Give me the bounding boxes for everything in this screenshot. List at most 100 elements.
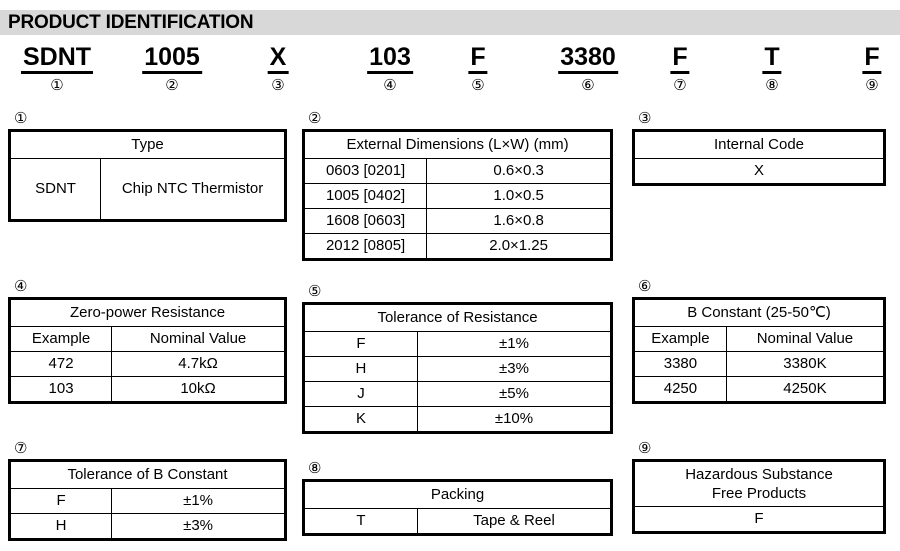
- hazardous-table: Hazardous Substance Free Products F: [632, 459, 886, 534]
- table-header-row: Hazardous Substance Free Products: [633, 460, 885, 507]
- table-header-row: Tolerance of Resistance: [303, 303, 612, 332]
- table-row: 3380 3380K: [633, 351, 886, 377]
- tolerance-value-cell: ±3%: [416, 356, 613, 382]
- packing-code-cell: T: [303, 508, 418, 535]
- part-number-segment-4: 103 ④: [367, 44, 413, 96]
- table-row: 0603 [0201] 0.6×0.3: [302, 158, 612, 184]
- hazardous-value-cell: F: [633, 506, 885, 533]
- part-number-marker-2: ②: [165, 77, 179, 94]
- internal-code-header: Internal Code: [633, 130, 885, 159]
- dimension-code-cell: 2012 [0805]: [302, 233, 428, 260]
- resistance-example-cell: 472: [8, 351, 113, 377]
- block-tolerance-resistance: ⑤ Tolerance of Resistance F ±1% H ±3% J …: [302, 283, 613, 434]
- type-code-cell: SDNT: [8, 158, 102, 221]
- table-row: 2012 [0805] 2.0×1.25: [302, 233, 612, 260]
- hazardous-header-line-2: Free Products: [711, 485, 807, 502]
- table-row: 1608 [0603] 1.6×0.8: [302, 208, 612, 234]
- table-header-row: Packing: [303, 480, 612, 509]
- b-constant-example-cell: 3380: [633, 351, 727, 377]
- type-desc-cell: Chip NTC Thermistor: [100, 158, 286, 221]
- resistance-header: Zero-power Resistance: [9, 298, 286, 327]
- tolerance-resistance-header: Tolerance of Resistance: [303, 303, 612, 332]
- type-table: Type SDNT Chip NTC Thermistor: [8, 129, 287, 222]
- dimension-code-cell: 0603 [0201]: [302, 158, 428, 184]
- dimension-code-cell: 1608 [0603]: [302, 208, 428, 234]
- tolerance-value-cell: ±5%: [416, 381, 613, 407]
- tolerance-code-cell: F: [303, 331, 418, 357]
- b-constant-table: B Constant (25-50℃) Example Nominal Valu…: [632, 297, 886, 404]
- page-title: PRODUCT IDENTIFICATION: [8, 12, 254, 33]
- part-number-marker-8: ⑧: [765, 77, 779, 94]
- part-number-code-7: F: [670, 44, 690, 74]
- table-row: X: [633, 158, 885, 185]
- table-row: F: [633, 506, 885, 533]
- part-number-code-4: 103: [367, 44, 413, 74]
- block-hazardous: ⑨ Hazardous Substance Free Products F: [632, 440, 886, 534]
- part-number-marker-5: ⑤: [471, 77, 485, 94]
- table-header-row: Zero-power Resistance: [9, 298, 286, 327]
- block-marker-5: ⑤: [308, 283, 322, 300]
- b-constant-header: B Constant (25-50℃): [633, 298, 885, 327]
- block-marker-9: ⑨: [638, 440, 652, 457]
- packing-table: Packing T Tape & Reel: [302, 479, 613, 536]
- part-number-code-5: F: [468, 44, 488, 74]
- part-number-segment-3: X ③: [267, 44, 289, 96]
- block-marker-8: ⑧: [308, 460, 322, 477]
- block-type: ① Type SDNT Chip NTC Thermistor: [8, 110, 287, 222]
- block-marker-6: ⑥: [638, 278, 652, 295]
- table-row: K ±10%: [303, 406, 613, 433]
- resistance-nominal-cell: 10kΩ: [111, 376, 286, 403]
- tolerance-resistance-table: Tolerance of Resistance F ±1% H ±3% J ±5…: [302, 302, 613, 434]
- tolerance-b-constant-table: Tolerance of B Constant F ±1% H ±3%: [8, 459, 287, 541]
- table-header-row: Tolerance of B Constant: [9, 460, 286, 489]
- packing-header: Packing: [303, 480, 612, 509]
- part-number-marker-9: ⑨: [865, 77, 879, 94]
- tolerance-value-cell: ±10%: [416, 406, 613, 433]
- table-row: SDNT Chip NTC Thermistor: [8, 158, 286, 221]
- type-header: Type: [9, 130, 286, 159]
- part-number-code-3: X: [267, 44, 289, 74]
- part-number-marker-6: ⑥: [581, 77, 595, 94]
- b-constant-subheader-example: Example: [633, 326, 727, 352]
- part-number-code-8: T: [762, 44, 782, 74]
- tolerance-b-value-cell: ±1%: [111, 488, 286, 514]
- resistance-nominal-cell: 4.7kΩ: [111, 351, 286, 377]
- dimensions-table: External Dimensions (L×W) (mm) 0603 [020…: [302, 129, 613, 261]
- resistance-subheader-example: Example: [8, 326, 113, 352]
- part-number-segment-8: T ⑧: [762, 44, 782, 96]
- packing-desc-cell: Tape & Reel: [416, 508, 613, 535]
- part-number-segment-2: 1005 ②: [142, 44, 202, 96]
- internal-code-table: Internal Code X: [632, 129, 886, 186]
- table-header-row: Internal Code: [633, 130, 885, 159]
- part-number-code-1: SDNT: [20, 44, 94, 74]
- tolerance-code-cell: K: [303, 406, 418, 433]
- dimensions-header: External Dimensions (L×W) (mm): [303, 130, 612, 159]
- part-number-marker-3: ③: [271, 77, 285, 94]
- table-row: 1005 [0402] 1.0×0.5: [302, 183, 612, 209]
- table-row: 4250 4250K: [633, 376, 886, 403]
- table-subheader-row: Example Nominal Value: [633, 326, 886, 352]
- b-constant-nominal-cell: 4250K: [725, 376, 886, 403]
- block-marker-2: ②: [308, 110, 322, 127]
- table-row: H ±3%: [8, 513, 286, 540]
- table-row: H ±3%: [303, 356, 613, 382]
- dimension-size-cell: 1.6×0.8: [426, 208, 612, 234]
- tolerance-b-value-cell: ±3%: [111, 513, 286, 540]
- internal-code-value-cell: X: [633, 158, 885, 185]
- block-tolerance-b-constant: ⑦ Tolerance of B Constant F ±1% H ±3%: [8, 440, 287, 541]
- table-row: F ±1%: [303, 331, 613, 357]
- block-dimensions: ② External Dimensions (L×W) (mm) 0603 [0…: [302, 110, 613, 261]
- resistance-example-cell: 103: [8, 376, 113, 403]
- tolerance-value-cell: ±1%: [416, 331, 613, 357]
- dimension-size-cell: 1.0×0.5: [426, 183, 612, 209]
- block-internal-code: ③ Internal Code X: [632, 110, 886, 186]
- b-constant-nominal-cell: 3380K: [725, 351, 886, 377]
- part-number-marker-7: ⑦: [673, 77, 687, 94]
- tolerance-code-cell: J: [303, 381, 418, 407]
- part-number-segment-9: F ⑨: [862, 44, 882, 96]
- hazardous-header: Hazardous Substance Free Products: [633, 460, 885, 507]
- block-b-constant: ⑥ B Constant (25-50℃) Example Nominal Va…: [632, 278, 886, 404]
- tolerance-code-cell: H: [303, 356, 418, 382]
- resistance-table: Zero-power Resistance Example Nominal Va…: [8, 297, 287, 404]
- block-resistance: ④ Zero-power Resistance Example Nominal …: [8, 278, 287, 404]
